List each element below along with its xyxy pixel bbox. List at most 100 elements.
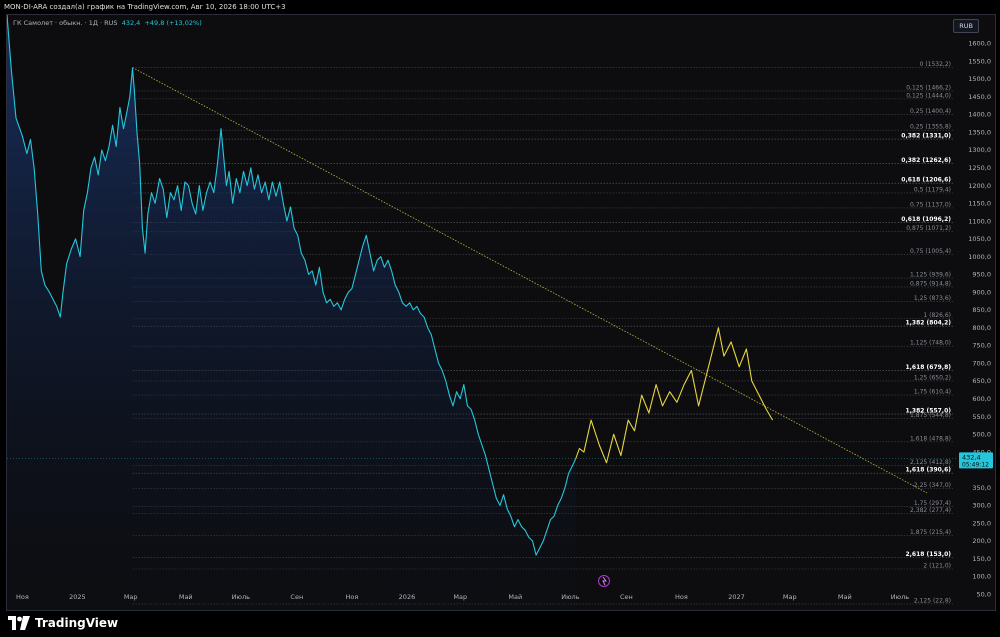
x-tick-label: 2026 [399,593,416,601]
current-price-value: 432,4 [962,453,981,461]
projection-layer [575,327,774,464]
fib-level-label: 1,382 (804,2) [905,320,951,327]
chart-pane[interactable]: 0 (1532,2) 0,125 (1466,2) 0,125 (1444,0) 0,… [6,14,996,611]
x-tick-label: 2027 [728,593,745,601]
fib-level-label: 1 (826,6) [923,312,951,319]
y-tick-label: 100,0 [972,573,991,581]
x-tick-label: Мар [783,593,797,601]
x-tick-label: Май [508,593,522,601]
fib-level-label: 0,5 (1179,4) [914,186,951,193]
x-tick-label: Июль [891,593,909,601]
fib-level-label: 0,75 (1005,4) [910,248,951,255]
fib-level-label: 1,125 (939,6) [910,272,951,279]
fib-level-label: 0,382 (1331,0) [901,133,951,140]
y-tick-label: 850,0 [972,306,991,314]
y-tick-label: 1100,0 [968,217,991,225]
fib-level-label: 0,618 (1096,2) [901,216,951,223]
fib-level-label: 1,875 (215,4) [910,529,951,536]
fib-level-label: 1,25 (650,2) [914,374,951,381]
fib-level-label: 2,125 (412,8) [910,459,951,466]
fib-level-label: 2,125 (22,8) [914,597,951,604]
fib-level-label: 0,25 (1400,4) [910,108,951,115]
fib-level-label: 1,25 (873,6) [914,295,951,302]
fib-level-label: 0,382 (1262,6) [901,157,951,164]
y-tick-label: 350,0 [972,484,991,492]
y-tick-label: 250,0 [972,519,991,527]
x-tick-label: Июль [232,593,250,601]
y-tick-label: 500,0 [972,431,991,439]
y-tick-label: 1050,0 [968,235,991,243]
projection-line [575,327,774,464]
fib-level-label: 2 (121,0) [923,563,951,570]
y-tick-label: 1600,0 [968,40,991,48]
fib-level-label: 2,618 (153,0) [905,551,951,558]
y-tick-label: 300,0 [972,502,991,510]
tradingview-logo[interactable]: TradingView [8,616,118,630]
x-tick-label: Ноя [675,593,688,601]
last-price: 432,4 [121,19,141,27]
fib-level-label: 1,75 (610,4) [914,389,951,396]
price-area-fill [7,15,576,610]
y-tick-label: 1450,0 [968,93,991,101]
y-tick-label: 1000,0 [968,253,991,261]
y-tick-label: 1550,0 [968,57,991,65]
fib-level-label: 2,382 (277,4) [910,507,951,514]
fib-level-label: 1,125 (748,0) [910,340,951,347]
brand-name: TradingView [35,616,119,630]
fib-level-label: 0,25 (1355,8) [910,124,951,131]
y-tick-label: 750,0 [972,342,991,350]
tradingview-logo-icon [8,616,30,630]
fib-level-label: 1,618 (390,6) [905,467,951,474]
x-tick-label: Ноя [16,593,29,601]
fib-level-label: 0,875 (1071,2) [906,225,951,232]
chart-caption: MON-DI-ARA создал(а) график на TradingVi… [0,0,1000,14]
y-tick-label: 950,0 [972,271,991,279]
fib-level-label: 0,875 (914,8) [910,280,951,287]
fib-level-label: 1,75 (297,4) [914,500,951,507]
y-tick-label: 150,0 [972,555,991,563]
y-tick-label: 1400,0 [968,111,991,119]
x-tick-label: Май [838,593,852,601]
y-tick-label: 200,0 [972,537,991,545]
x-tick-label: Сен [290,593,303,601]
y-tick-label: 50,0 [977,590,991,598]
y-tick-label: 700,0 [972,359,991,367]
y-tick-label: 650,0 [972,377,991,385]
y-tick-label: 1300,0 [968,146,991,154]
y-tick-label: 1500,0 [968,75,991,83]
symbol-legend: ГК Самолет · обыкн. · 1Д · RUS 432,4 +49… [13,19,202,27]
y-tick-label: 550,0 [972,413,991,421]
currency-button[interactable]: RUB [953,19,979,33]
x-tick-label: Июль [561,593,579,601]
y-tick-label: 1200,0 [968,182,991,190]
symbol-name: ГК Самолет · обыкн. · 1Д · RUS [13,19,118,27]
x-tick-label: Мар [453,593,467,601]
fib-level-label: 1,618 (679,8) [905,364,951,371]
x-tick-label: Мар [124,593,138,601]
y-tick-label: 900,0 [972,288,991,296]
x-tick-label: 2025 [69,593,86,601]
price-chart[interactable]: 0 (1532,2) 0,125 (1466,2)0,125 (1444,0) 0,… [7,15,996,611]
y-tick-label: 600,0 [972,395,991,403]
price-area-layer [7,15,577,610]
y-tick-label: 800,0 [972,324,991,332]
fib-level-label: 0,75 (1137,0) [910,201,951,208]
fib-level-label: 0 (1532,2) [920,61,951,68]
replay-icon[interactable] [598,575,610,587]
fib-level-label: 1,875 (544,8) [910,412,951,419]
y-axis: 1600,0 1550,0 1500,0 1450,0 1400,0 1350,0 1300… [968,40,991,599]
x-tick-label: Сен [620,593,633,601]
price-change: +49,8 (+13,02%) [144,19,202,27]
x-tick-label: Ноя [345,593,358,601]
fib-level-label: 2,25 (347,0) [914,482,951,489]
fib-level-label: 0,125 (1444,0) [906,92,951,99]
footer: TradingView [0,611,1000,637]
y-tick-label: 1250,0 [968,164,991,172]
bar-countdown: 05:49:12 [962,461,989,468]
x-tick-label: Май [179,593,193,601]
y-tick-label: 1350,0 [968,128,991,136]
fib-level-label: 0,125 (1466,2) [906,84,951,91]
y-tick-label: 1150,0 [968,200,991,208]
fib-level-label: 0,618 (1206,6) [901,177,951,184]
fib-level-label: 1,618 (478,8) [910,435,951,442]
